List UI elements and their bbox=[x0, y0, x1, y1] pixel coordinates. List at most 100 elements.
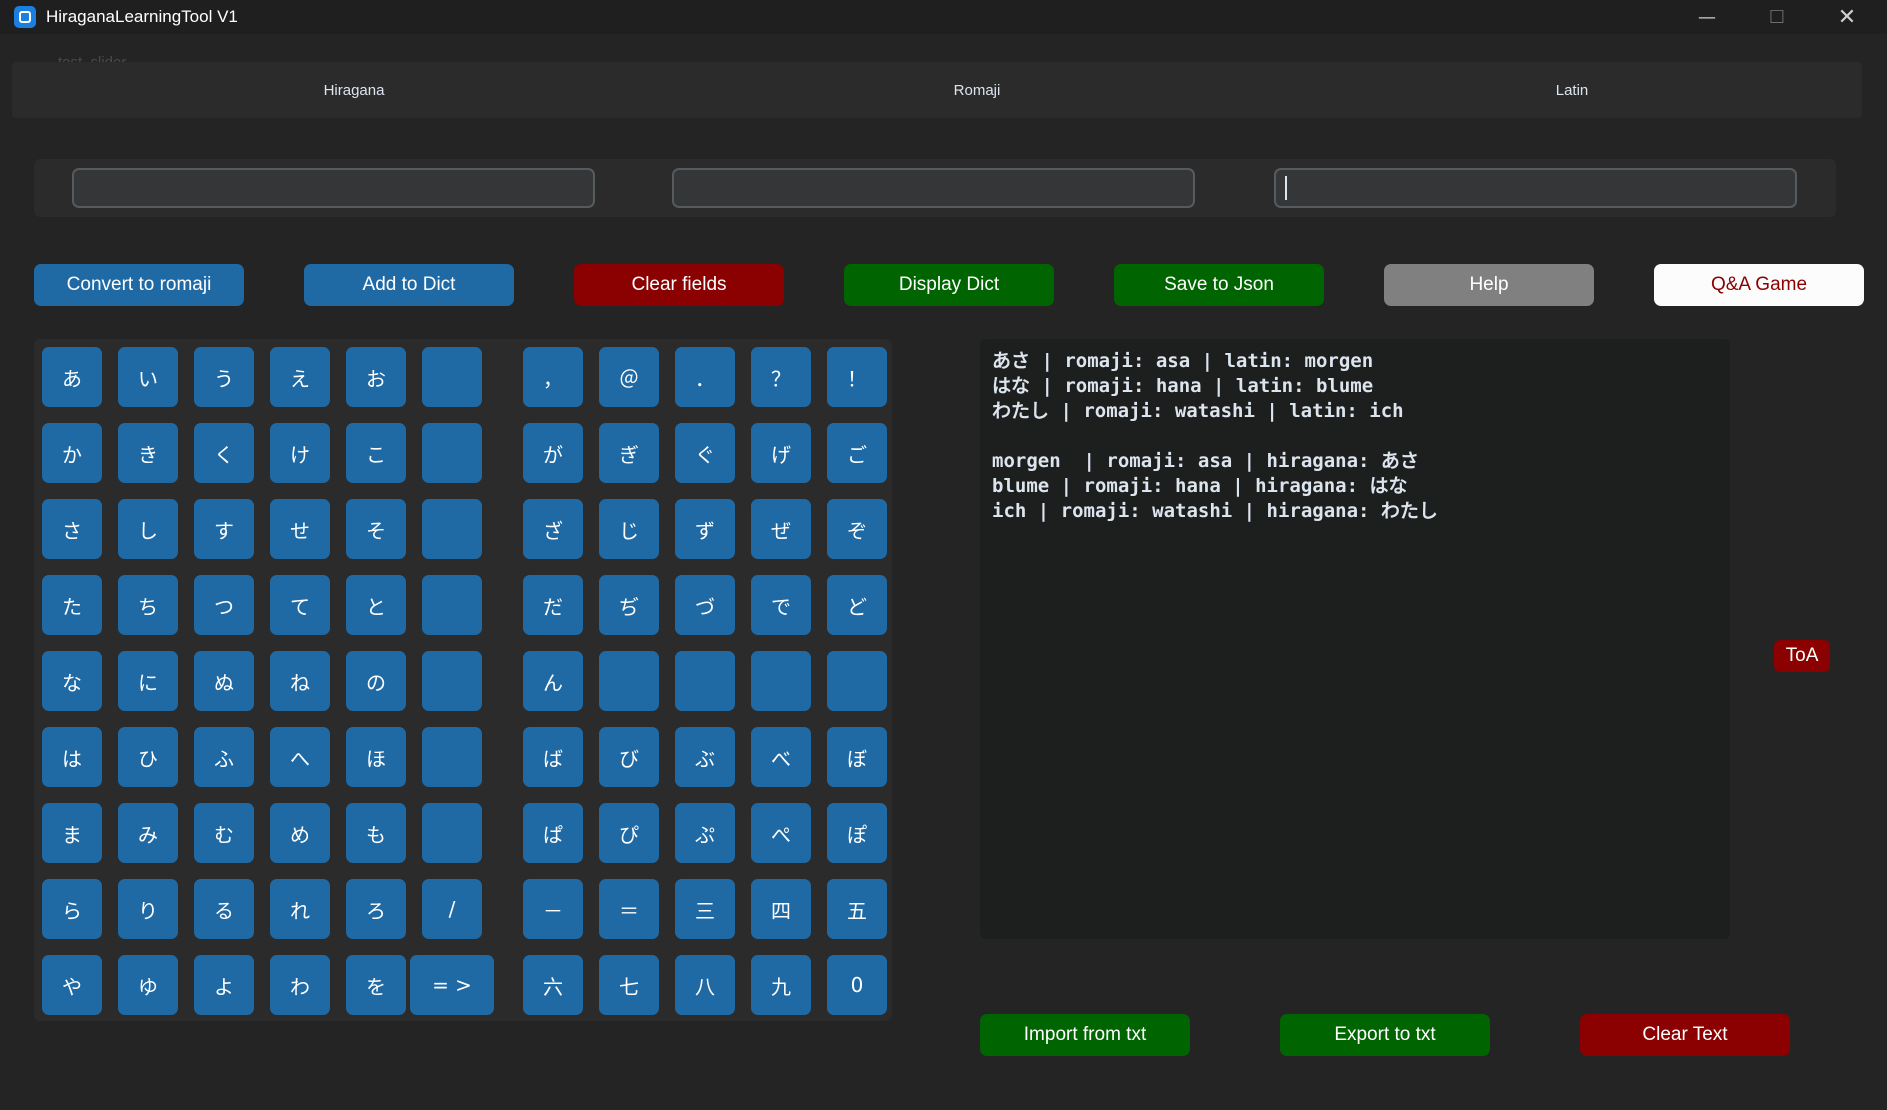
key-r8-c7[interactable]: 七 bbox=[599, 955, 659, 1015]
key-r2-c7[interactable]: じ bbox=[599, 499, 659, 559]
key-r3-c1[interactable]: ち bbox=[118, 575, 178, 635]
key-r7-c7[interactable]: ＝ bbox=[599, 879, 659, 939]
key-r7-c10[interactable]: 五 bbox=[827, 879, 887, 939]
add-to-dict-button[interactable]: Add to Dict bbox=[304, 264, 514, 306]
key-r1-c3[interactable]: け bbox=[270, 423, 330, 483]
key-r4-c5[interactable] bbox=[422, 651, 482, 711]
help-button[interactable]: Help bbox=[1384, 264, 1594, 306]
key-r4-c2[interactable]: ぬ bbox=[194, 651, 254, 711]
save-to-json-button[interactable]: Save to Json bbox=[1114, 264, 1324, 306]
import-from-txt-button[interactable]: Import from txt bbox=[980, 1014, 1190, 1056]
key-r3-c3[interactable]: て bbox=[270, 575, 330, 635]
key-r2-c0[interactable]: さ bbox=[42, 499, 102, 559]
key-r1-c5[interactable] bbox=[422, 423, 482, 483]
key-r6-c7[interactable]: ぴ bbox=[599, 803, 659, 863]
key-r6-c2[interactable]: む bbox=[194, 803, 254, 863]
key-r0-c10[interactable]: ！ bbox=[827, 347, 887, 407]
key-r3-c7[interactable]: ぢ bbox=[599, 575, 659, 635]
key-r5-c3[interactable]: へ bbox=[270, 727, 330, 787]
key-r1-c10[interactable]: ご bbox=[827, 423, 887, 483]
key-r1-c9[interactable]: げ bbox=[751, 423, 811, 483]
key-r7-c6[interactable]: － bbox=[523, 879, 583, 939]
key-r8-c3[interactable]: わ bbox=[270, 955, 330, 1015]
key-r3-c9[interactable]: で bbox=[751, 575, 811, 635]
key-r4-c4[interactable]: の bbox=[346, 651, 406, 711]
output-textbox[interactable]: あさ | romaji: asa | latin: morgen はな | rom… bbox=[980, 339, 1730, 939]
key-r4-c3[interactable]: ね bbox=[270, 651, 330, 711]
key-r8-c9[interactable]: 九 bbox=[751, 955, 811, 1015]
key-r7-c9[interactable]: 四 bbox=[751, 879, 811, 939]
key-r6-c3[interactable]: め bbox=[270, 803, 330, 863]
key-r5-c4[interactable]: ほ bbox=[346, 727, 406, 787]
key-r0-c0[interactable]: あ bbox=[42, 347, 102, 407]
key-r4-c1[interactable]: に bbox=[118, 651, 178, 711]
key-r5-c5[interactable] bbox=[422, 727, 482, 787]
clear-fields-button[interactable]: Clear fields bbox=[574, 264, 784, 306]
key-r4-c6[interactable]: ん bbox=[523, 651, 583, 711]
key-r7-c2[interactable]: る bbox=[194, 879, 254, 939]
key-r6-c9[interactable]: ぺ bbox=[751, 803, 811, 863]
key-r6-c1[interactable]: み bbox=[118, 803, 178, 863]
key-r2-c5[interactable] bbox=[422, 499, 482, 559]
key-r5-c0[interactable]: は bbox=[42, 727, 102, 787]
key-r2-c1[interactable]: し bbox=[118, 499, 178, 559]
key-r5-c2[interactable]: ふ bbox=[194, 727, 254, 787]
key-r5-c6[interactable]: ば bbox=[523, 727, 583, 787]
key-r3-c2[interactable]: つ bbox=[194, 575, 254, 635]
key-r0-c9[interactable]: ？ bbox=[751, 347, 811, 407]
minimize-button[interactable]: — bbox=[1672, 0, 1742, 34]
key-r6-c0[interactable]: ま bbox=[42, 803, 102, 863]
key-r6-c8[interactable]: ぷ bbox=[675, 803, 735, 863]
key-r1-c7[interactable]: ぎ bbox=[599, 423, 659, 483]
close-button[interactable]: ✕ bbox=[1812, 0, 1882, 34]
key-r2-c2[interactable]: す bbox=[194, 499, 254, 559]
key-r4-c9[interactable] bbox=[751, 651, 811, 711]
key-r6-c4[interactable]: も bbox=[346, 803, 406, 863]
export-to-txt-button[interactable]: Export to txt bbox=[1280, 1014, 1490, 1056]
key-r2-c8[interactable]: ず bbox=[675, 499, 735, 559]
key-r3-c10[interactable]: ど bbox=[827, 575, 887, 635]
key-r7-c8[interactable]: 三 bbox=[675, 879, 735, 939]
key-r7-c3[interactable]: れ bbox=[270, 879, 330, 939]
latin-input[interactable] bbox=[1274, 168, 1797, 208]
key-r4-c10[interactable] bbox=[827, 651, 887, 711]
key-r8-c10[interactable]: 0 bbox=[827, 955, 887, 1015]
key-r0-c8[interactable]: ． bbox=[675, 347, 735, 407]
key-r1-c1[interactable]: き bbox=[118, 423, 178, 483]
key-r8-c1[interactable]: ゆ bbox=[118, 955, 178, 1015]
key-r2-c10[interactable]: ぞ bbox=[827, 499, 887, 559]
convert-to-romaji-button[interactable]: Convert to romaji bbox=[34, 264, 244, 306]
key-r0-c3[interactable]: え bbox=[270, 347, 330, 407]
key-r8-c6[interactable]: 六 bbox=[523, 955, 583, 1015]
romaji-input[interactable] bbox=[672, 168, 1195, 208]
key-r3-c4[interactable]: と bbox=[346, 575, 406, 635]
key-r7-c1[interactable]: り bbox=[118, 879, 178, 939]
key-r1-c8[interactable]: ぐ bbox=[675, 423, 735, 483]
maximize-button[interactable]: ☐ bbox=[1742, 0, 1812, 34]
toa-button[interactable]: ToA bbox=[1774, 640, 1830, 672]
key-r8-c4[interactable]: を bbox=[346, 955, 406, 1015]
key-r5-c9[interactable]: べ bbox=[751, 727, 811, 787]
key-r0-c4[interactable]: お bbox=[346, 347, 406, 407]
key-r2-c3[interactable]: せ bbox=[270, 499, 330, 559]
display-dict-button[interactable]: Display Dict bbox=[844, 264, 1054, 306]
key-r0-c7[interactable]: ＠ bbox=[599, 347, 659, 407]
key-r1-c6[interactable]: が bbox=[523, 423, 583, 483]
key-r0-c2[interactable]: う bbox=[194, 347, 254, 407]
key-r8-c2[interactable]: よ bbox=[194, 955, 254, 1015]
key-r3-c0[interactable]: た bbox=[42, 575, 102, 635]
key-r1-c0[interactable]: か bbox=[42, 423, 102, 483]
key-r6-c10[interactable]: ぽ bbox=[827, 803, 887, 863]
qa-game-button[interactable]: Q&A Game bbox=[1654, 264, 1864, 306]
clear-text-button[interactable]: Clear Text bbox=[1580, 1014, 1790, 1056]
key-r5-c10[interactable]: ぼ bbox=[827, 727, 887, 787]
key-r8-c0[interactable]: や bbox=[42, 955, 102, 1015]
key-r3-c6[interactable]: だ bbox=[523, 575, 583, 635]
key-r2-c4[interactable]: そ bbox=[346, 499, 406, 559]
hiragana-input[interactable] bbox=[72, 168, 595, 208]
key-r7-c0[interactable]: ら bbox=[42, 879, 102, 939]
key-r5-c7[interactable]: び bbox=[599, 727, 659, 787]
key-r7-c4[interactable]: ろ bbox=[346, 879, 406, 939]
key-r5-c8[interactable]: ぶ bbox=[675, 727, 735, 787]
key-r2-c6[interactable]: ざ bbox=[523, 499, 583, 559]
